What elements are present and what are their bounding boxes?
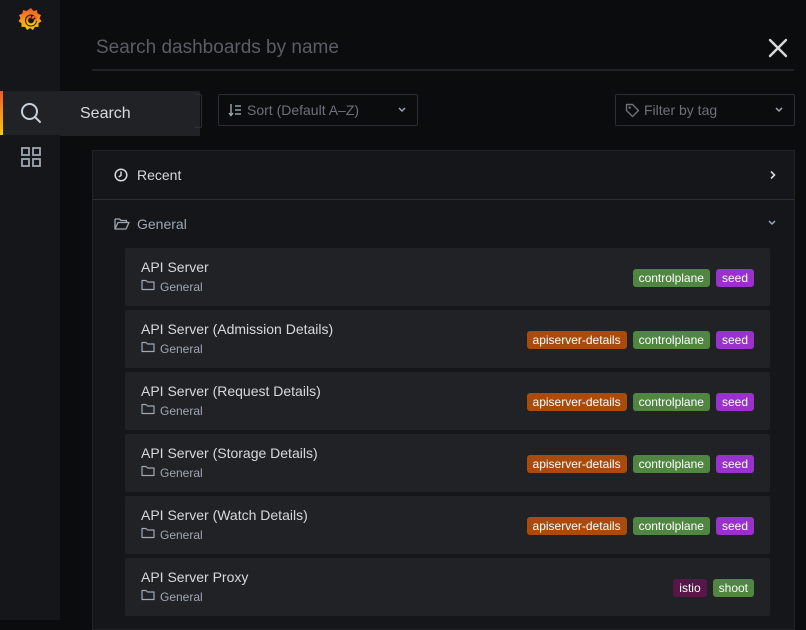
folder-icon xyxy=(141,279,155,291)
close-icon[interactable] xyxy=(768,38,788,58)
sidebar xyxy=(0,0,60,620)
dashboard-title: API Server (Watch Details) xyxy=(141,507,308,523)
tag-list: controlplane seed xyxy=(632,269,754,287)
tag-list: apiserver-details controlplane seed xyxy=(526,455,754,473)
tag-list: apiserver-details controlplane seed xyxy=(526,517,754,535)
search-box xyxy=(92,30,794,71)
dashboard-title: API Server Proxy xyxy=(141,569,249,585)
dashboard-folder-name: General xyxy=(160,466,203,480)
tag-apiserver-details[interactable]: apiserver-details xyxy=(526,393,627,411)
clock-icon xyxy=(114,168,128,182)
sort-select[interactable]: Sort (Default A–Z) xyxy=(218,94,418,126)
dashboard-folder-name: General xyxy=(160,342,203,356)
dashboard-folder-name: General xyxy=(160,280,203,294)
active-indicator xyxy=(0,91,3,135)
tag-apiserver-details[interactable]: apiserver-details xyxy=(526,517,627,535)
tag-controlplane[interactable]: controlplane xyxy=(632,269,710,287)
dashboard-title: API Server xyxy=(141,259,209,275)
tag-controlplane[interactable]: controlplane xyxy=(632,331,710,349)
tag-list: apiserver-details controlplane seed xyxy=(526,393,754,411)
tag-controlplane[interactable]: controlplane xyxy=(632,455,710,473)
tag-filter-select[interactable]: Filter by tag xyxy=(615,94,795,126)
folder-icon xyxy=(141,589,155,601)
dashboard-folder-name: General xyxy=(160,528,203,542)
section-recent-label: Recent xyxy=(137,167,182,183)
tag-shoot[interactable]: shoot xyxy=(712,579,754,597)
dashboard-row[interactable]: API Server (Request Details) General apise… xyxy=(125,372,770,430)
tag-seed[interactable]: seed xyxy=(715,331,754,349)
search-input[interactable] xyxy=(94,36,738,60)
tag-apiserver-details[interactable]: apiserver-details xyxy=(526,331,627,349)
dashboard-row[interactable]: API Server (Watch Details) General apiserv… xyxy=(125,496,770,554)
chevron-down-icon xyxy=(775,107,783,113)
chevron-down-icon xyxy=(768,220,776,226)
folder-icon xyxy=(141,465,155,477)
search-icon xyxy=(21,103,41,123)
dashboards-grid-icon[interactable] xyxy=(21,147,41,167)
chevron-right-icon xyxy=(770,170,776,180)
sort-icon xyxy=(228,104,241,117)
tag-istio[interactable]: istio xyxy=(673,579,707,597)
dashboard-folder-name: General xyxy=(160,590,203,604)
tag-seed[interactable]: seed xyxy=(715,517,754,535)
section-general-label: General xyxy=(137,216,187,232)
dashboard-row[interactable]: API Server Proxy General istio shoot xyxy=(125,558,770,616)
folder-open-icon xyxy=(114,218,130,230)
layout-toggle-edge xyxy=(195,94,202,128)
tag-filter-placeholder: Filter by tag xyxy=(644,102,718,118)
tag-apiserver-details[interactable]: apiserver-details xyxy=(526,455,627,473)
tag-controlplane[interactable]: controlplane xyxy=(632,393,710,411)
tag-seed[interactable]: seed xyxy=(715,269,754,287)
sidebar-search-tooltip: Search xyxy=(60,91,200,136)
sidebar-search-button[interactable] xyxy=(0,91,60,135)
tag-list: apiserver-details controlplane seed xyxy=(526,331,754,349)
grafana-logo-icon[interactable] xyxy=(17,6,45,34)
folder-icon xyxy=(141,341,155,353)
sort-label: Sort (Default A–Z) xyxy=(247,102,360,118)
dashboard-title: API Server (Request Details) xyxy=(141,383,321,399)
folder-icon xyxy=(141,527,155,539)
chevron-down-icon xyxy=(398,107,406,113)
tag-seed[interactable]: seed xyxy=(715,393,754,411)
section-recent[interactable]: Recent xyxy=(93,151,794,200)
dashboard-row[interactable]: API Server General controlplane seed xyxy=(125,248,770,306)
tag-list: istio shoot xyxy=(673,579,754,597)
dashboard-folder-name: General xyxy=(160,404,203,418)
section-general[interactable]: General xyxy=(93,200,794,248)
dashboard-title: API Server (Storage Details) xyxy=(141,445,318,461)
folder-icon xyxy=(141,403,155,415)
tag-icon xyxy=(625,103,640,118)
tag-seed[interactable]: seed xyxy=(715,455,754,473)
dashboard-title: API Server (Admission Details) xyxy=(141,321,334,337)
dashboard-row[interactable]: API Server (Admission Details) General api… xyxy=(125,310,770,368)
dashboard-row[interactable]: API Server (Storage Details) General apise… xyxy=(125,434,770,492)
tag-controlplane[interactable]: controlplane xyxy=(632,517,710,535)
